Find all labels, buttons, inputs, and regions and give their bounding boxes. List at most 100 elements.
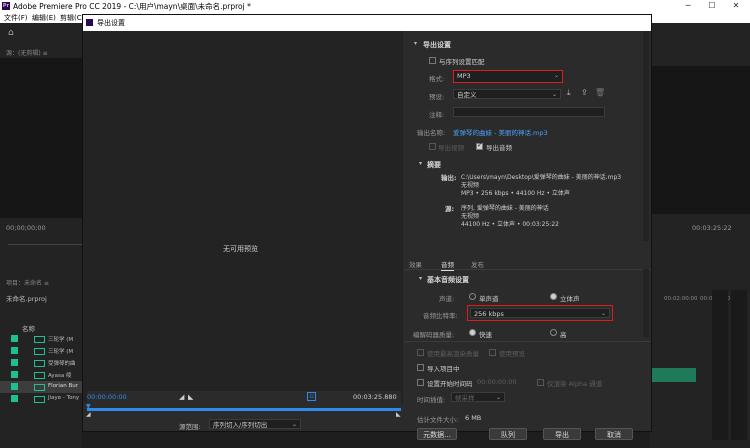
source-range-select[interactable]: 序列切入/序列切出 ⌄ [209,419,301,429]
close-icon[interactable]: ✕ [724,0,748,12]
tab-effects[interactable]: 效果 [409,259,422,269]
scrollbar[interactable] [643,31,649,241]
high-radio[interactable] [550,329,557,336]
max-render-checkbox[interactable] [417,349,424,356]
use-preview-checkbox[interactable] [489,349,496,356]
divider [8,244,82,245]
interpolation-label: 时间插值: [417,396,446,404]
interpolation-value: 帧采样 [455,394,475,402]
mark-in-icon[interactable]: ◢ [179,393,184,401]
list-item[interactable]: 三轮学 (M [0,333,82,345]
dialog-title: 导出设置 [97,19,125,27]
collapse-icon[interactable]: ▾ [419,160,422,167]
start-timecode-value[interactable]: 00:00:00:00 [477,378,517,386]
item-name: Ayasa 绫 [48,373,72,379]
fast-radio[interactable] [469,329,476,336]
encoder-quality-label: 编解码器质量: [413,331,455,339]
save-preset-icon[interactable]: ⤓ [567,88,571,98]
scrollbar[interactable] [643,269,649,337]
bitrate-value: 256 kbps [474,310,504,318]
minimize-icon[interactable]: ─ [676,0,700,12]
menu-clip[interactable]: 剪辑(C) [60,13,84,23]
chevron-down-icon: ⌄ [291,421,297,428]
list-item[interactable]: Florian Bur [0,381,82,393]
summary-header: 摘要 [427,161,441,169]
start-timecode-checkbox[interactable] [417,379,424,386]
collapse-icon[interactable]: ▾ [419,275,422,282]
audio-clip-icon [34,384,45,391]
in-point-icon[interactable]: ◢ [86,411,91,418]
column-name-header[interactable]: 名称 [22,323,35,333]
bitrate-select[interactable]: 256 kbps ⌄ [470,308,610,318]
export-settings-dialog: 导出设置 无可用预览 00:00:00:00 ◢ ◣ ⊡ 00:03:25.88… [82,14,652,440]
cancel-button[interactable]: 取消 [595,428,633,440]
maximize-icon[interactable]: ☐ [700,0,724,12]
delete-preset-icon[interactable]: 🗑 [595,88,605,97]
audio-waveform-clip[interactable] [652,368,696,382]
source-panel-tab[interactable]: 源：(无剪辑) ≡ [6,48,48,57]
preview-area: 无可用预览 [83,31,403,403]
project-name: 未命名.prproj [6,295,47,303]
render-alpha-checkbox[interactable] [537,379,544,386]
window-title: Adobe Premiere Pro CC 2019 - C:\用户\mayn\… [13,2,251,11]
list-item[interactable]: 三轮学 (M [0,345,82,357]
stereo-radio[interactable] [550,293,557,300]
export-audio-checkbox[interactable] [476,141,483,150]
list-item[interactable]: 受弹琴的曲 [0,357,82,369]
premiere-logo-icon [86,19,93,26]
project-panel-tab[interactable]: 项目：未命名 ≡ [6,278,49,287]
interpolation-select[interactable]: 帧采样 ⌄ [451,392,505,402]
home-icon[interactable]: ⌂ [8,28,14,38]
divider [405,341,651,342]
chevron-down-icon: ⌄ [553,72,559,79]
current-timecode[interactable]: 00:00:00:00 [87,393,127,401]
preset-select[interactable]: 自定义 ⌄ [453,89,561,99]
label-color-icon [11,335,18,342]
mark-out-icon[interactable]: ◣ [188,393,193,401]
format-select[interactable]: MP3 ⌄ [453,70,563,83]
audio-clip-icon [34,336,45,343]
output-summary-path: C:\Users\mayn\Desktop\爱弹琴的曲妹 - 美丽的神话.mp3 [461,174,622,181]
fit-icon[interactable]: ⊡ [307,392,316,401]
export-button[interactable]: 导出 [543,428,581,440]
mono-radio[interactable] [469,293,476,300]
source-range-label: 源范围: [179,423,201,431]
start-timecode-label: 设置开始时间码 [427,380,473,388]
queue-button[interactable]: 队列 [489,428,527,440]
comment-label: 注释: [429,111,445,119]
tab-audio[interactable]: 音频 [441,259,454,271]
preview-controls: 00:00:00:00 ◢ ◣ ⊡ 00:03:25.880 ▼ ◢ ◣ 源范围… [86,391,401,431]
collapse-icon[interactable]: ▾ [414,40,417,47]
match-sequence-checkbox[interactable] [429,57,436,64]
program-timecode: 00:03:25:22 [692,224,732,232]
label-color-icon [11,359,18,366]
menu-edit[interactable]: 编辑(E) [32,13,56,23]
playhead-icon[interactable]: ▼ [86,403,91,410]
out-point-icon[interactable]: ◣ [396,411,401,418]
item-name: Florian Bur [48,383,78,389]
chevron-down-icon: ⌄ [551,91,557,98]
timeline-scrubber[interactable] [87,408,401,411]
output-name-link[interactable]: 爱弹琴的曲妹 - 美丽的神话.mp3 [453,127,548,137]
metadata-button[interactable]: 元数据... [417,428,457,440]
menu-file[interactable]: 文件(F) [4,13,28,23]
bitrate-label: 音频比特率: [423,312,458,320]
preset-value: 自定义 [457,91,477,99]
fast-label: 快速 [479,331,492,339]
export-video-checkbox[interactable] [429,143,436,150]
max-render-label: 使用最高渲染质量 [427,350,479,358]
import-project-checkbox[interactable] [417,364,424,371]
export-video-label: 导出视频 [438,144,464,152]
tab-publish[interactable]: 发布 [471,259,484,269]
list-item[interactable]: Jiaye - Tony [0,393,82,405]
app-title-bar: Pr Adobe Premiere Pro CC 2019 - C:\用户\ma… [0,0,750,12]
mono-label: 单声道 [479,295,499,303]
format-value: MP3 [457,72,471,80]
import-preset-icon[interactable]: ⇪ [581,88,588,97]
output-name-label: 输出名称: [417,129,446,137]
comment-input[interactable] [453,107,605,117]
basic-audio-header: 基本音频设置 [427,276,469,284]
source-summary-label: 源: [445,205,455,213]
list-item[interactable]: Ayasa 绫 [0,369,82,381]
high-label: 高 [560,331,567,339]
